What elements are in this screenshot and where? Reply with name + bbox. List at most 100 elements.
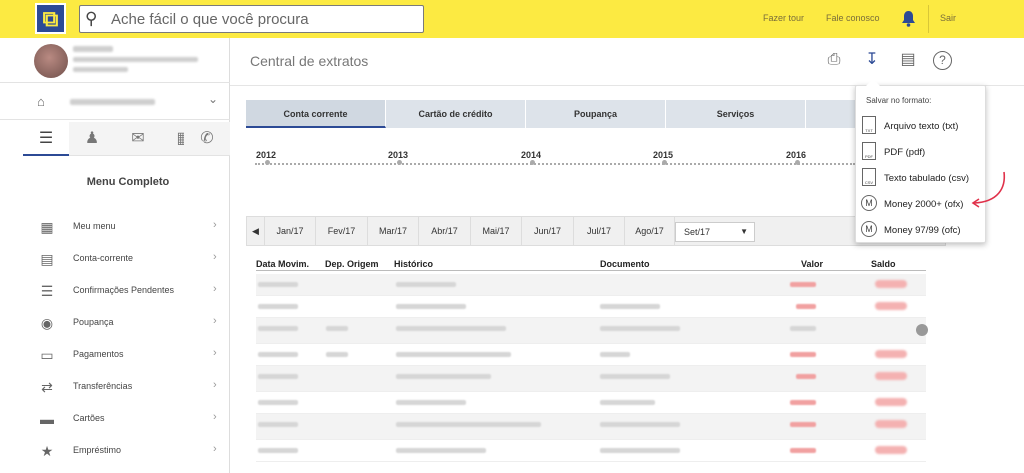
tour-link[interactable]: Fazer tour xyxy=(763,13,804,23)
piggy-bank-icon: ◉ xyxy=(40,315,54,331)
prev-arrow-icon[interactable]: ◀ xyxy=(247,217,265,245)
month-select[interactable]: Set/17 ▼ xyxy=(675,222,755,242)
chevron-right-icon: › xyxy=(213,219,217,231)
chevron-down-icon: ⌄ xyxy=(208,92,219,106)
menu-title: Menu Completo xyxy=(86,176,170,188)
sidebar-item-label: Poupança xyxy=(73,317,114,327)
dropdown-heading: Salvar no formato: xyxy=(866,96,932,105)
contacts-tab[interactable]: ♟ xyxy=(69,122,115,156)
format-option-ofc[interactable]: M Money 97/99 (ofc) xyxy=(856,217,987,243)
year-label[interactable]: 2012 xyxy=(256,150,276,160)
money-icon: M xyxy=(861,195,877,211)
tab-conta-corrente[interactable]: Conta corrente xyxy=(246,100,386,128)
logout-link[interactable]: Sair xyxy=(940,13,956,23)
chevron-right-icon: › xyxy=(213,347,217,359)
table-row xyxy=(256,392,926,414)
table-row xyxy=(256,318,928,344)
sidebar-item-cartoes[interactable]: ▬ Cartões › xyxy=(0,404,230,436)
column-header: Data Movim. xyxy=(256,259,310,269)
table-row xyxy=(256,366,926,392)
star-icon: ★ xyxy=(40,443,54,459)
chevron-right-icon: › xyxy=(213,411,217,423)
table-row xyxy=(256,296,926,318)
month-tab[interactable]: Fev/17 xyxy=(316,217,368,245)
month-tab[interactable]: Mar/17 xyxy=(368,217,419,245)
table-row xyxy=(256,414,926,440)
month-tab[interactable]: Jul/17 xyxy=(574,217,625,245)
chevron-right-icon: › xyxy=(213,251,217,263)
table-row xyxy=(256,274,926,296)
month-tab[interactable]: Jun/17 xyxy=(522,217,574,245)
search-input[interactable]: ⚲ Ache fácil o que você procura xyxy=(79,5,424,33)
phone-icon: ✆ xyxy=(200,130,214,147)
sidebar-item-meu-menu[interactable]: ▦ Meu menu › xyxy=(0,212,230,244)
year-label[interactable]: 2015 xyxy=(653,150,673,160)
month-tab[interactable]: Jan/17 xyxy=(265,217,316,245)
chevron-right-icon: › xyxy=(213,379,217,391)
month-tab[interactable]: Ago/17 xyxy=(625,217,675,245)
printer-icon[interactable]: ⎙ xyxy=(823,49,845,71)
sidebar-item-poupanca[interactable]: ◉ Poupança › xyxy=(0,308,230,340)
messages-tab[interactable]: ✉ xyxy=(115,122,161,156)
pdf-file-icon: PDF xyxy=(862,142,876,160)
month-tab[interactable]: Mai/17 xyxy=(471,217,522,245)
table-row xyxy=(256,344,926,366)
top-bar: ⧉ ⚲ Ache fácil o que você procura Fazer … xyxy=(0,0,1024,38)
download-icon[interactable]: ↧ xyxy=(861,49,883,71)
year-label[interactable]: 2016 xyxy=(786,150,806,160)
column-header: Valor xyxy=(801,259,824,269)
table-row xyxy=(256,440,926,462)
divider xyxy=(928,5,929,33)
profile-name-redacted xyxy=(73,46,113,52)
column-header: Dep. Origem xyxy=(325,259,379,269)
txt-file-icon: TXT xyxy=(862,116,876,134)
contact-link[interactable]: Fale conosco xyxy=(826,13,880,23)
sidebar-item-label: Empréstimo xyxy=(73,445,122,455)
sidebar-item-transferencias[interactable]: ⇄ Transferências › xyxy=(0,372,230,404)
tab-servicos[interactable]: Serviços xyxy=(666,100,806,128)
option-label: Money 97/99 (ofc) xyxy=(884,225,961,236)
chevron-right-icon: › xyxy=(213,443,217,455)
year-dot[interactable] xyxy=(662,160,667,165)
year-dot[interactable] xyxy=(795,160,800,165)
option-label: Texto tabulado (csv) xyxy=(884,173,970,184)
mail-icon: ✉ xyxy=(131,130,145,147)
format-option-txt[interactable]: TXT Arquivo texto (txt) xyxy=(856,113,987,139)
year-dot[interactable] xyxy=(397,160,402,165)
sidebar-item-label: Pagamentos xyxy=(73,349,124,359)
sidebar-item-conta-corrente[interactable]: ▤ Conta-corrente › xyxy=(0,244,230,276)
year-dot[interactable] xyxy=(265,160,270,165)
sidebar-item-confirmacoes[interactable]: ☰ Confirmações Pendentes › xyxy=(0,276,230,308)
year-label[interactable]: 2014 xyxy=(521,150,541,160)
account-selector[interactable]: ⌂ ⌄ xyxy=(0,84,230,120)
sidebar-tabs: ☰ ♟ ✉ ▦ ✆ xyxy=(0,122,230,156)
sidebar-item-pagamentos[interactable]: ▭ Pagamentos › xyxy=(0,340,230,372)
option-label: Money 2000+ (ofx) xyxy=(884,199,964,210)
receipt-icon[interactable]: ▤ xyxy=(897,49,919,71)
divider xyxy=(256,270,926,271)
phone-tab[interactable]: ✆ xyxy=(184,122,230,156)
tab-poupanca[interactable]: Poupança xyxy=(526,100,666,128)
menu-grid-icon: ▦ xyxy=(40,219,54,235)
year-dot[interactable] xyxy=(530,160,535,165)
profile-panel[interactable] xyxy=(0,38,230,83)
format-option-pdf[interactable]: PDF PDF (pdf) xyxy=(856,139,987,165)
barcode-icon: ▭ xyxy=(40,347,54,363)
help-icon[interactable]: ? xyxy=(933,51,952,70)
year-timeline xyxy=(255,163,855,165)
year-label[interactable]: 2013 xyxy=(388,150,408,160)
sidebar-item-label: Conta-corrente xyxy=(73,253,134,263)
month-tab[interactable]: Abr/17 xyxy=(419,217,471,245)
caret-down-icon: ▼ xyxy=(740,227,748,236)
bank-logo[interactable]: ⧉ xyxy=(35,3,66,34)
money-icon: M xyxy=(861,221,877,237)
tab-cartao-credito[interactable]: Cartão de crédito xyxy=(386,100,526,128)
column-header: Documento xyxy=(600,259,650,269)
menu-tab[interactable]: ☰ xyxy=(23,122,69,156)
annotation-arrow-icon xyxy=(971,171,1006,208)
bell-icon[interactable] xyxy=(901,10,916,27)
sidebar: ⌂ ⌄ ☰ ♟ ✉ ▦ ✆ Menu Completo ▦ Meu menu ›… xyxy=(0,38,230,473)
profile-info-redacted xyxy=(73,67,128,72)
sidebar-item-emprestimo[interactable]: ★ Empréstimo › xyxy=(0,436,230,468)
sidebar-item-label: Transferências xyxy=(73,381,133,391)
